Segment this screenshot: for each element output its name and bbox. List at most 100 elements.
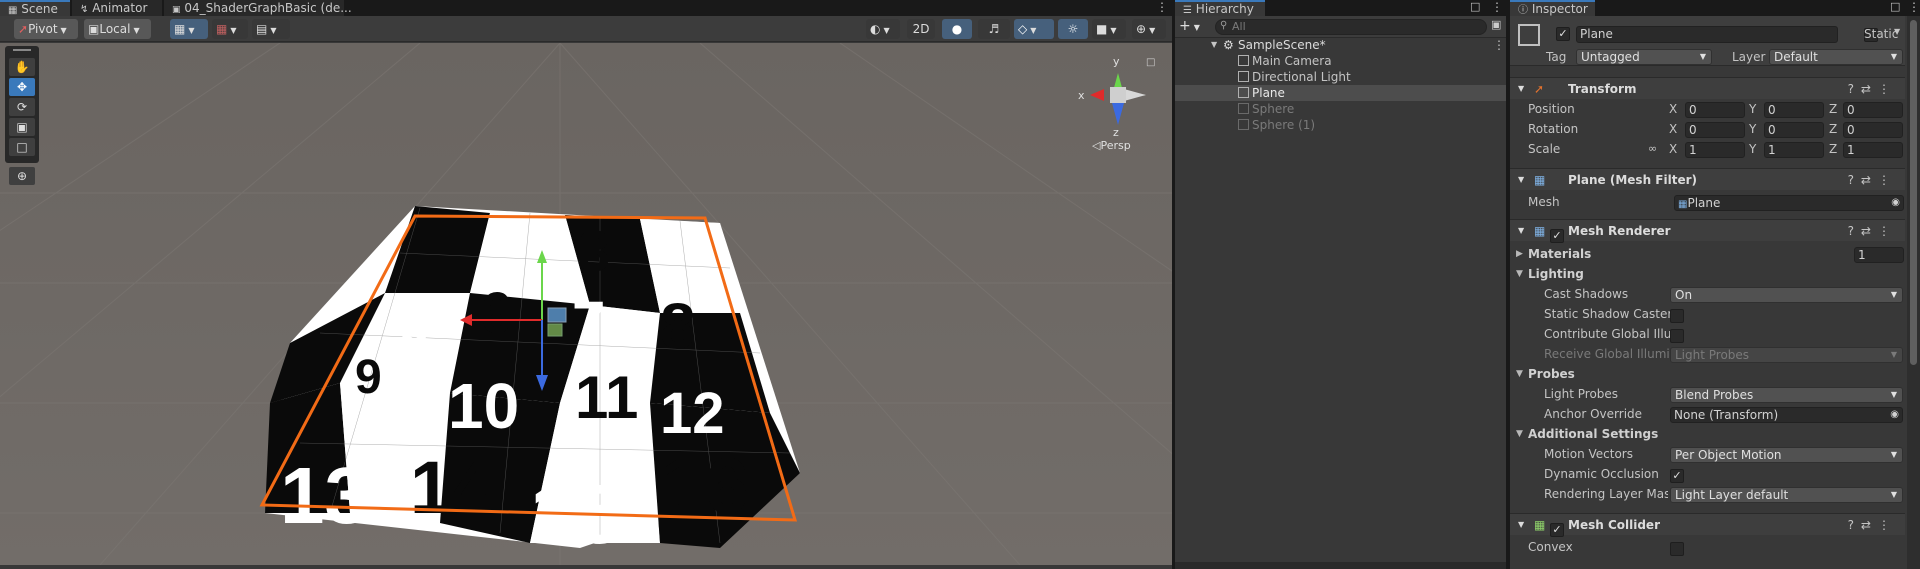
scale-x-field[interactable]: 1 — [1685, 142, 1745, 158]
foldout-icon[interactable]: ▼ — [1516, 369, 1523, 379]
scene-more-icon[interactable]: ⋮ — [1493, 37, 1505, 53]
tab-animator[interactable]: ↯ Animator — [72, 0, 162, 16]
draw-mode-dropdown[interactable]: ◐ ▼ — [866, 19, 900, 39]
layer-dropdown[interactable]: Default ▼ — [1769, 49, 1903, 65]
mesh-filter-header[interactable]: ▼ ▦ Plane (Mesh Filter) ?⇄⋮ — [1510, 168, 1905, 190]
lock-icon[interactable]: □ — [1890, 0, 1900, 13]
object-name-value: Plane — [1580, 27, 1613, 41]
convex-checkbox[interactable] — [1670, 541, 1684, 556]
search-options-icon[interactable]: ▣ — [1491, 18, 1501, 31]
light-probes-dropdown[interactable]: Blend Probes ▼ — [1670, 387, 1903, 403]
mode-2d-button[interactable]: 2D — [907, 19, 935, 39]
constrain-proportions-link-icon[interactable]: ∞ — [1648, 142, 1657, 155]
hierarchy-item-disabled[interactable]: Sphere (1) — [1175, 117, 1506, 133]
tab-shader-graph[interactable]: ▣ 04_ShaderGraphBasic (de... — [164, 0, 352, 16]
gizmo-y-label: y — [1113, 55, 1120, 68]
position-y-field[interactable]: 0 — [1764, 102, 1824, 118]
hierarchy-item-disabled[interactable]: Sphere — [1175, 101, 1506, 117]
inspector-more-menu-icon[interactable]: ⋮ — [1908, 0, 1920, 14]
foldout-icon[interactable]: ▼ — [1211, 37, 1217, 53]
scene-more-menu-icon[interactable]: ⋮ — [1156, 0, 1168, 14]
effects-dropdown[interactable]: ◇ ▼ — [1014, 19, 1054, 39]
component-header-icons[interactable]: ?⇄⋮ — [1848, 514, 1897, 536]
local-dropdown[interactable]: ▣Local ▼ — [84, 19, 151, 39]
palette-handle[interactable] — [13, 49, 31, 51]
rendering-layer-dropdown[interactable]: Light Layer default ▼ — [1670, 487, 1903, 503]
mesh-object-field[interactable]: ▦Plane ◉ — [1674, 195, 1904, 211]
hierarchy-item[interactable]: Directional Light — [1175, 69, 1506, 85]
position-z-field[interactable]: 0 — [1843, 102, 1903, 118]
plane-number-6: 6 — [480, 281, 512, 346]
foldout-icon[interactable]: ▼ — [1518, 220, 1524, 242]
scale-tool-icon[interactable]: ▣ — [9, 118, 35, 136]
pivot-dropdown[interactable]: ➚Pivot ▼ — [14, 19, 78, 39]
lighting-section[interactable]: ▼ Lighting — [1510, 265, 1905, 285]
cast-shadows-dropdown[interactable]: On ▼ — [1670, 287, 1903, 303]
scene-viewport[interactable]: 3 5 6 7 8 9 10 11 12 13 14 15 16 y x z ◁… — [0, 43, 1172, 565]
mesh-renderer-header[interactable]: ▼ ▦ ✓ Mesh Renderer ?⇄⋮ — [1510, 219, 1905, 243]
hierarchy-item[interactable]: Main Camera — [1175, 53, 1506, 69]
lock-icon[interactable]: □ — [1470, 0, 1480, 13]
lighting-toggle[interactable]: ● — [942, 19, 972, 39]
scale-z-field[interactable]: 1 — [1843, 142, 1903, 158]
tab-hierarchy[interactable]: ☰ Hierarchy — [1175, 0, 1265, 16]
anchor-object-field[interactable]: None (Transform) ◉ — [1670, 407, 1903, 423]
increment-snap-button[interactable]: ▦ ▼ — [212, 19, 248, 39]
mesh-renderer-enabled-checkbox[interactable]: ✓ — [1550, 228, 1564, 243]
camera-dropdown[interactable]: ■ ▼ — [1092, 19, 1126, 39]
snap-icon: ▦ — [216, 22, 228, 36]
materials-row[interactable]: ▶ Materials 1 — [1510, 245, 1905, 265]
transform-tool-icon[interactable]: ⊕ — [9, 167, 35, 185]
rotation-y-field[interactable]: 0 — [1764, 122, 1824, 138]
move-tool-icon[interactable]: ✥ — [9, 78, 35, 96]
persp-label[interactable]: ◁Persp — [1092, 139, 1131, 152]
scale-y-field[interactable]: 1 — [1764, 142, 1824, 158]
component-header-icons[interactable]: ?⇄⋮ — [1848, 78, 1897, 100]
inspector-scrollbar[interactable] — [1907, 16, 1920, 569]
object-name-field[interactable]: Plane — [1576, 26, 1838, 43]
rotate-tool-icon[interactable]: ⟳ — [9, 98, 35, 116]
gizmos-dropdown[interactable]: ⊕ ▼ — [1132, 19, 1166, 39]
ruler-button[interactable]: ▤ ▼ — [252, 19, 290, 39]
hand-tool-icon[interactable]: ✋ — [9, 58, 35, 76]
foldout-icon[interactable]: ▼ — [1516, 269, 1523, 279]
foldout-icon[interactable]: ▼ — [1518, 78, 1524, 100]
probes-section[interactable]: ▼ Probes — [1510, 365, 1905, 385]
foldout-icon[interactable]: ▼ — [1516, 429, 1523, 439]
tab-inspector[interactable]: ⓘ Inspector — [1510, 0, 1595, 16]
rotation-x-field[interactable]: 0 — [1685, 122, 1745, 138]
motion-vectors-dropdown[interactable]: Per Object Motion ▼ — [1670, 447, 1903, 463]
tab-scene[interactable]: ▦ Scene — [0, 0, 70, 16]
foldout-closed-icon[interactable]: ▶ — [1516, 249, 1523, 259]
tag-dropdown[interactable]: Untagged ▼ — [1576, 49, 1712, 65]
position-x-field[interactable]: 0 — [1685, 102, 1745, 118]
lock-icon[interactable]: □ — [1146, 57, 1155, 68]
transform-header[interactable]: ▼ ➚ Transform ?⇄⋮ — [1510, 77, 1905, 99]
inspector-scrollbar-thumb[interactable] — [1910, 20, 1917, 365]
mesh-collider-header[interactable]: ▼ ▦ ✓ Mesh Collider ?⇄⋮ — [1510, 513, 1905, 537]
foldout-icon[interactable]: ▼ — [1518, 514, 1524, 536]
foldout-icon[interactable]: ▼ — [1518, 169, 1524, 191]
static-dropdown-icon[interactable]: ▼ — [1894, 27, 1900, 36]
component-header-icons[interactable]: ?⇄⋮ — [1848, 169, 1897, 191]
audio-toggle[interactable]: ♬ — [978, 19, 1010, 39]
hierarchy-search-field[interactable]: ⚲ All — [1215, 19, 1487, 35]
add-object-button[interactable]: + ▼ — [1179, 18, 1205, 35]
active-checkbox[interactable]: ✓ — [1556, 26, 1570, 41]
hierarchy-item-selected[interactable]: Plane — [1175, 85, 1506, 101]
hierarchy-more-menu-icon[interactable]: ⋮ — [1491, 0, 1503, 14]
grid-snap-button[interactable]: ▦ ▼ — [170, 19, 208, 39]
additional-settings-section[interactable]: ▼ Additional Settings — [1510, 425, 1905, 445]
rotation-z-field[interactable]: 0 — [1843, 122, 1903, 138]
materials-count-field[interactable]: 1 — [1854, 247, 1904, 263]
rect-tool-icon[interactable]: □ — [9, 138, 35, 156]
object-picker-icon[interactable]: ◉ — [1890, 408, 1899, 422]
object-picker-icon[interactable]: ◉ — [1891, 196, 1900, 210]
component-header-icons[interactable]: ?⇄⋮ — [1848, 220, 1897, 242]
static-shadow-checkbox[interactable] — [1670, 308, 1684, 323]
visibility-toggle[interactable]: ☼ — [1058, 19, 1088, 39]
scene-root-row[interactable]: ▼ ⚙ SampleScene* ⋮ — [1175, 37, 1506, 53]
mesh-collider-enabled-checkbox[interactable]: ✓ — [1550, 522, 1564, 537]
contribute-gi-checkbox[interactable] — [1670, 328, 1684, 343]
dynamic-occlusion-checkbox[interactable]: ✓ — [1670, 468, 1684, 483]
